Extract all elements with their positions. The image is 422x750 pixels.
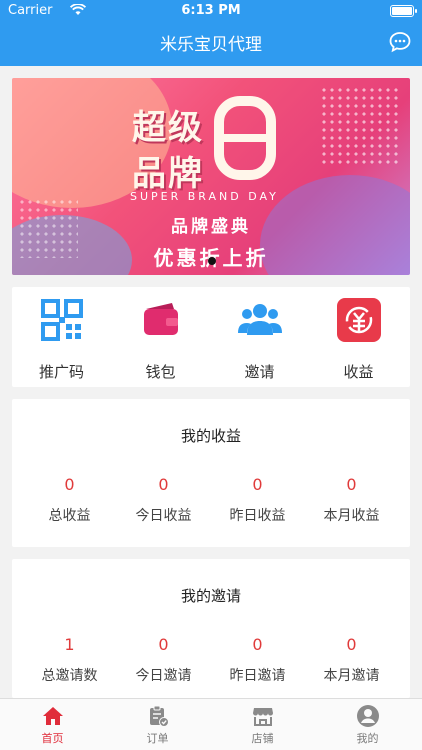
status-time: 6:13 PM bbox=[181, 3, 241, 18]
tab-home[interactable]: 首页 bbox=[0, 704, 105, 746]
store-icon bbox=[252, 708, 273, 726]
stat-label: 昨日收益 bbox=[229, 508, 286, 524]
status-bar: Carrier 6:13 PM bbox=[0, 0, 422, 22]
stat-yesterday-invites[interactable]: 0 昨日邀请 bbox=[208, 635, 307, 685]
banner-number-graphic bbox=[214, 96, 276, 180]
carousel-page-indicator[interactable] bbox=[208, 257, 216, 265]
users-icon bbox=[238, 304, 282, 335]
action-promo-code[interactable]: 推广码 bbox=[12, 297, 111, 382]
banner-subtitle: 品牌盛典 bbox=[171, 217, 251, 237]
stat-today-earnings[interactable]: 0 今日收益 bbox=[114, 475, 213, 525]
quick-actions: 推广码 钱包 邀请 收益 bbox=[12, 287, 410, 387]
stat-value: 0 bbox=[64, 475, 75, 494]
page-title: 米乐宝贝代理 bbox=[160, 35, 262, 55]
action-label: 邀请 bbox=[244, 363, 275, 381]
tab-label: 店铺 bbox=[251, 732, 274, 745]
stat-label: 总收益 bbox=[48, 508, 91, 524]
wallet-icon bbox=[144, 303, 178, 335]
stat-label: 总邀请数 bbox=[41, 668, 98, 684]
tab-profile[interactable]: 我的 bbox=[315, 704, 420, 746]
action-invite[interactable]: 邀请 bbox=[210, 297, 309, 382]
stat-month-invites[interactable]: 0 本月邀请 bbox=[302, 635, 401, 685]
stat-label: 昨日邀请 bbox=[229, 668, 286, 684]
chat-bubble-icon[interactable] bbox=[388, 30, 412, 54]
tab-bar: 首页 订单 店铺 我的 bbox=[0, 698, 422, 750]
tab-orders[interactable]: 订单 bbox=[105, 704, 210, 746]
action-wallet[interactable]: 钱包 bbox=[111, 297, 210, 382]
action-label: 钱包 bbox=[145, 363, 176, 381]
action-label: 推广码 bbox=[38, 363, 84, 381]
invites-title: 我的邀请 bbox=[180, 587, 241, 605]
stat-yesterday-earnings[interactable]: 0 昨日收益 bbox=[208, 475, 307, 525]
stat-value: 0 bbox=[252, 475, 263, 494]
stat-today-invites[interactable]: 0 今日邀请 bbox=[114, 635, 213, 685]
top-bar: Carrier 6:13 PM 米乐宝贝代理 bbox=[0, 0, 422, 66]
earnings-card: 我的收益 0 总收益 0 今日收益 0 昨日收益 0 本月收益 bbox=[12, 399, 410, 547]
promo-banner[interactable]: 超级 品牌 SUPER BRAND DAY 品牌盛典 优惠折上折 bbox=[12, 78, 410, 275]
stat-total-earnings[interactable]: 0 总收益 bbox=[20, 475, 119, 525]
banner-english: SUPER BRAND DAY bbox=[130, 190, 279, 203]
banner-headline-1: 超级 bbox=[132, 108, 204, 148]
stat-total-invites[interactable]: 1 总邀请数 bbox=[20, 635, 119, 685]
tab-store[interactable]: 店铺 bbox=[210, 704, 315, 746]
tab-label: 订单 bbox=[146, 732, 169, 745]
battery-icon bbox=[390, 5, 417, 17]
action-earnings[interactable]: 收益 bbox=[309, 297, 408, 382]
stat-value: 0 bbox=[158, 635, 169, 654]
stat-value: 0 bbox=[252, 635, 263, 654]
invites-card: 我的邀请 1 总邀请数 0 今日邀请 0 昨日邀请 0 本月邀请 bbox=[12, 559, 410, 698]
profile-icon bbox=[356, 705, 379, 727]
earnings-title: 我的收益 bbox=[180, 427, 241, 445]
stat-label: 今日邀请 bbox=[135, 668, 192, 684]
stat-value: 0 bbox=[346, 475, 357, 494]
order-clipboard-icon bbox=[149, 705, 169, 727]
tab-label: 我的 bbox=[356, 732, 379, 745]
home-icon bbox=[42, 707, 63, 725]
yuan-cycle-icon bbox=[337, 298, 381, 342]
stat-value: 0 bbox=[158, 475, 169, 494]
stat-value: 1 bbox=[64, 635, 75, 654]
action-label: 收益 bbox=[343, 363, 374, 381]
stat-label: 今日收益 bbox=[135, 508, 192, 524]
stat-label: 本月收益 bbox=[323, 508, 380, 524]
stat-value: 0 bbox=[346, 635, 357, 654]
tab-label: 首页 bbox=[41, 732, 64, 745]
banner-dots bbox=[320, 86, 400, 166]
stat-month-earnings[interactable]: 0 本月收益 bbox=[302, 475, 401, 525]
qrcode-icon bbox=[41, 299, 83, 341]
banner-headline-2: 品牌 bbox=[132, 154, 204, 194]
stat-label: 本月邀请 bbox=[323, 668, 380, 684]
